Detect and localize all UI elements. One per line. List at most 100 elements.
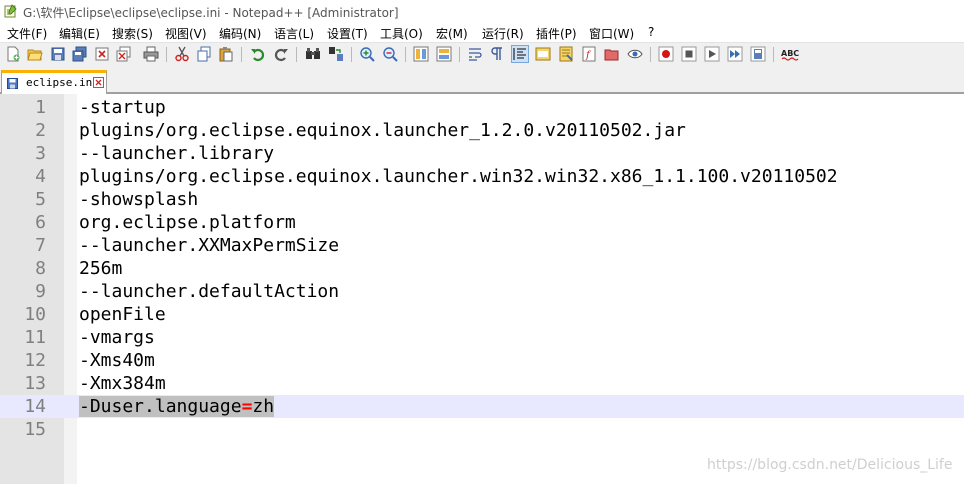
run-macro-multiple-icon[interactable] <box>727 46 743 62</box>
code-line[interactable]: 9 --launcher.defaultAction <box>0 280 964 303</box>
menu-macro[interactable]: 宏(M) <box>436 25 468 42</box>
menu-view[interactable]: 视图(V) <box>165 25 207 42</box>
code-line[interactable]: 1 -startup <box>0 96 964 119</box>
toolbar-separator <box>166 47 167 62</box>
menu-bar: 文件(F) 编辑(E) 搜索(S) 视图(V) 编码(N) 语言(L) 设置(T… <box>0 22 964 42</box>
toolbar-separator <box>241 47 242 62</box>
code-line[interactable]: 3 --launcher.library <box>0 142 964 165</box>
play-macro-icon[interactable] <box>704 46 720 62</box>
code-line[interactable]: 10 openFile <box>0 303 964 326</box>
stop-macro-icon[interactable] <box>681 46 697 62</box>
user-defined-language-icon[interactable] <box>535 46 551 62</box>
menu-plugins[interactable]: 插件(P) <box>536 25 577 42</box>
menu-settings[interactable]: 设置(T) <box>327 25 368 42</box>
spell-check-icon[interactable]: ABC <box>781 46 801 62</box>
notepadpp-app-icon <box>4 4 17 18</box>
toolbar: f ABC <box>0 42 964 66</box>
value-text: zh <box>252 396 275 417</box>
menu-edit[interactable]: 编辑(E) <box>59 25 100 42</box>
line-text: 256m <box>79 258 123 279</box>
code-line[interactable]: 15 <box>0 418 964 441</box>
zoom-out-icon[interactable] <box>382 46 398 62</box>
line-number: 5 <box>35 189 46 210</box>
menu-language[interactable]: 语言(L) <box>274 25 314 42</box>
line-text: openFile <box>79 304 166 325</box>
save-all-icon[interactable] <box>72 46 88 62</box>
line-number: 13 <box>24 373 46 394</box>
record-macro-icon[interactable] <box>658 46 674 62</box>
function-list-icon[interactable]: f <box>581 46 597 62</box>
code-line[interactable]: 12 -Xms40m <box>0 349 964 372</box>
toolbar-separator <box>296 47 297 62</box>
menu-window[interactable]: 窗口(W) <box>589 25 634 42</box>
menu-encoding[interactable]: 编码(N) <box>219 25 261 42</box>
undo-icon[interactable] <box>250 46 266 62</box>
line-text: plugins/org.eclipse.equinox.launcher_1.2… <box>79 120 686 141</box>
menu-tools[interactable]: 工具(O) <box>380 25 423 42</box>
watermark: https://blog.csdn.net/Delicious_Life <box>707 457 953 473</box>
svg-text:ABC: ABC <box>781 49 799 58</box>
toolbar-separator <box>773 47 774 62</box>
line-number: 9 <box>35 281 46 302</box>
line-number: 1 <box>35 97 46 118</box>
line-number: 12 <box>24 350 46 371</box>
line-text: -Xmx384m <box>79 373 166 394</box>
code-line[interactable]: 2 plugins/org.eclipse.equinox.launcher_1… <box>0 119 964 142</box>
show-all-characters-icon[interactable] <box>489 46 505 62</box>
replace-icon[interactable] <box>328 46 344 62</box>
tab-eclipse-ini[interactable]: eclipse.ini <box>1 70 107 94</box>
word-wrap-icon[interactable] <box>467 46 483 62</box>
redo-icon[interactable] <box>273 46 289 62</box>
save-macro-icon[interactable] <box>750 46 766 62</box>
open-folder-icon[interactable] <box>27 46 43 62</box>
operator-text: = <box>241 396 253 417</box>
paste-icon[interactable] <box>218 46 234 62</box>
document-map-icon[interactable] <box>558 46 574 62</box>
new-file-icon[interactable] <box>5 46 21 62</box>
toolbar-separator <box>405 47 406 62</box>
code-line[interactable]: 8 256m <box>0 257 964 280</box>
close-file-icon[interactable] <box>94 46 110 62</box>
code-line[interactable]: 11 -vmargs <box>0 326 964 349</box>
key-text: -Duser.language <box>79 396 242 417</box>
line-text: -vmargs <box>79 327 155 348</box>
editor-area[interactable]: 1 -startup 2 plugins/org.eclipse.equinox… <box>0 94 964 484</box>
folder-as-workspace-icon[interactable] <box>604 46 620 62</box>
line-text: --launcher.defaultAction <box>79 281 340 302</box>
sync-horizontal-scroll-icon[interactable] <box>436 46 452 62</box>
cut-icon[interactable] <box>174 46 190 62</box>
toolbar-separator <box>459 47 460 62</box>
tab-bar: eclipse.ini <box>0 66 964 94</box>
toolbar-separator <box>650 47 651 62</box>
code-line[interactable]: 5 -showsplash <box>0 188 964 211</box>
code-line[interactable]: 4 plugins/org.eclipse.equinox.launcher.w… <box>0 165 964 188</box>
sync-vertical-scroll-icon[interactable] <box>413 46 429 62</box>
line-text: -startup <box>79 97 166 118</box>
close-tab-icon[interactable] <box>93 77 104 88</box>
menu-search[interactable]: 搜索(S) <box>112 25 153 42</box>
menu-run[interactable]: 运行(R) <box>482 25 524 42</box>
indent-guide-icon[interactable] <box>511 45 529 63</box>
monitoring-eye-icon[interactable] <box>627 46 643 62</box>
line-number: 8 <box>35 258 46 279</box>
current-code-line[interactable]: 14 -Duser.language=zh <box>0 395 964 418</box>
line-number: 4 <box>35 166 46 187</box>
copy-icon[interactable] <box>196 46 212 62</box>
close-all-icon[interactable] <box>116 46 132 62</box>
menu-help[interactable]: ? <box>648 25 654 39</box>
line-number: 7 <box>35 235 46 256</box>
print-icon[interactable] <box>143 46 159 62</box>
line-number: 11 <box>24 327 46 348</box>
code-line[interactable]: 7 --launcher.XXMaxPermSize <box>0 234 964 257</box>
zoom-in-icon[interactable] <box>359 46 375 62</box>
save-icon[interactable] <box>50 46 66 62</box>
code-line[interactable]: 13 -Xmx384m <box>0 372 964 395</box>
file-saved-icon <box>7 78 18 89</box>
line-number: 10 <box>24 304 46 325</box>
tab-label: eclipse.ini <box>26 76 99 89</box>
menu-file[interactable]: 文件(F) <box>7 25 47 42</box>
code-line[interactable]: 6 org.eclipse.platform <box>0 211 964 234</box>
line-number: 14 <box>24 396 46 417</box>
line-text: --launcher.XXMaxPermSize <box>79 235 340 256</box>
find-icon[interactable] <box>305 46 321 62</box>
